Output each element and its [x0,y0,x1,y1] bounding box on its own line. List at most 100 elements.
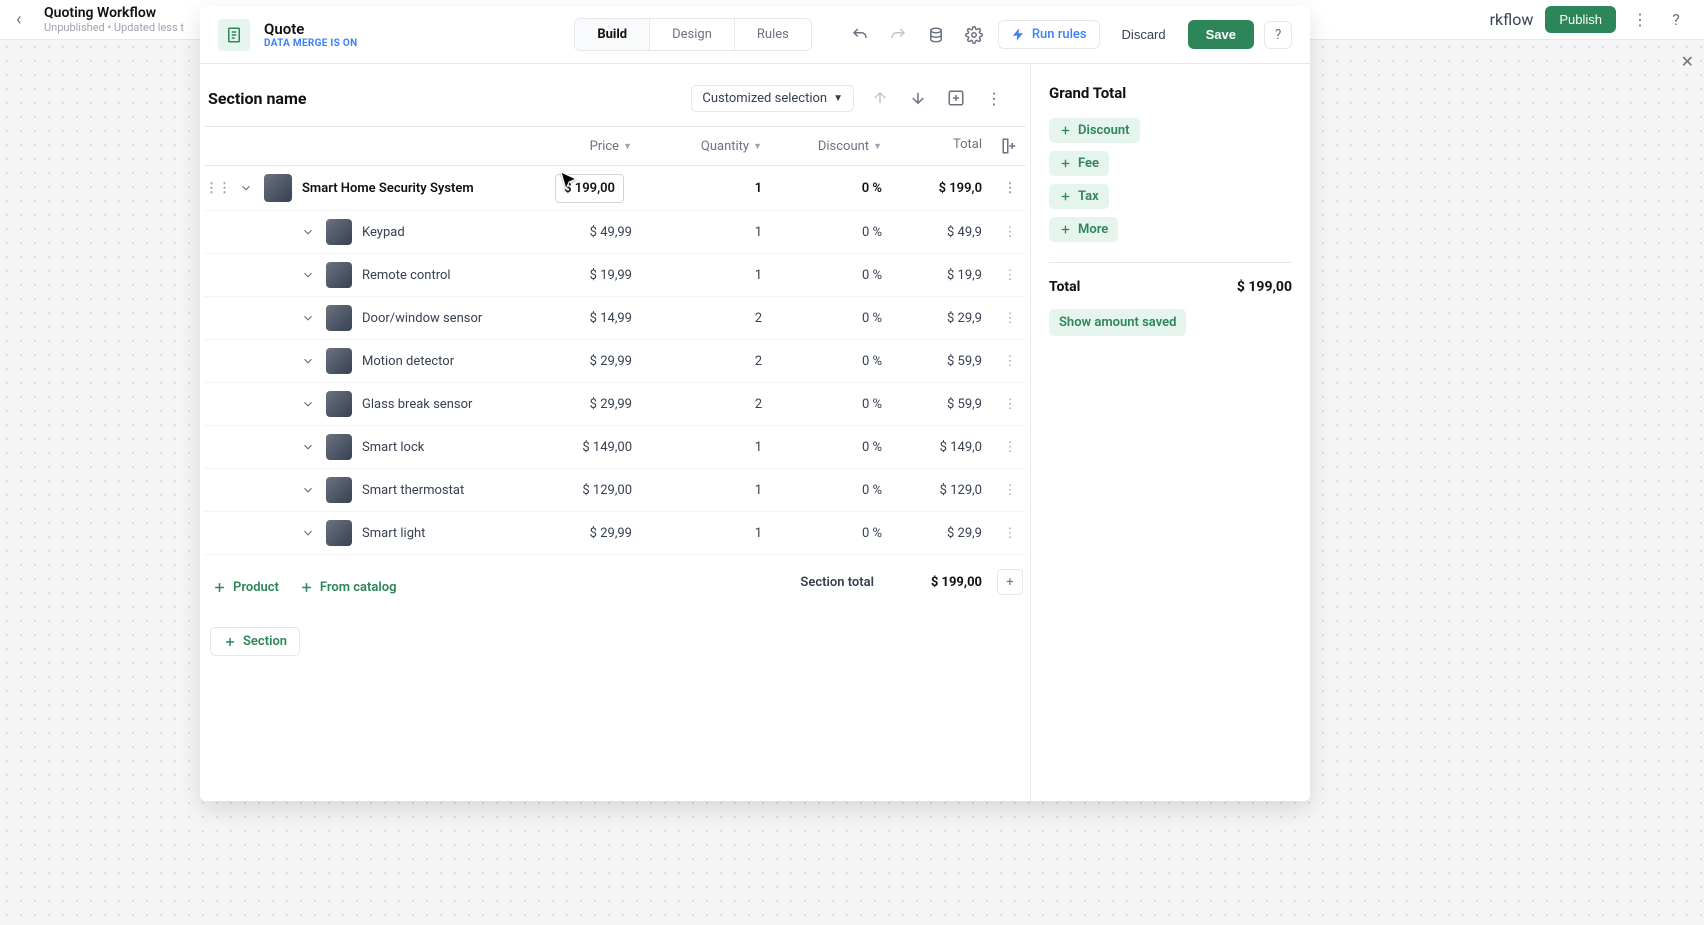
column-discount[interactable]: Discount▼ [774,137,894,155]
help-circle-icon[interactable]: ? [1664,8,1688,32]
chevron-down-icon[interactable] [294,526,322,540]
table-row[interactable]: Smart lock $ 149,00 1 0 % $ 149,0 ⋮ [204,426,1026,469]
qty-cell[interactable]: 1 [644,225,774,240]
customized-selection-dropdown[interactable]: Customized selection ▼ [691,85,854,112]
price-cell[interactable]: $ 29,99 [514,526,644,541]
close-icon[interactable]: ✕ [1681,52,1694,71]
chevron-down-icon[interactable] [294,397,322,411]
price-cell[interactable]: $ 49,99 [514,225,644,240]
add-more-chip[interactable]: More [1049,217,1118,242]
qty-cell[interactable]: 1 [644,526,774,541]
add-adjustment-button[interactable]: + [997,569,1023,595]
database-icon[interactable] [922,21,950,49]
price-cell[interactable]: $ 129,00 [514,483,644,498]
chevron-down-icon[interactable] [232,181,260,195]
discount-cell[interactable]: 0 % [774,225,894,240]
arrow-up-icon[interactable] [866,84,894,112]
qty-cell[interactable]: 2 [644,311,774,326]
discount-cell[interactable]: 0 % [774,526,894,541]
discard-button[interactable]: Discard [1110,21,1178,48]
column-price[interactable]: Price▼ [514,137,644,155]
table-row-parent[interactable]: ⋮⋮ Smart Home Security System $ 199,00 1… [204,166,1026,211]
tab-rules[interactable]: Rules [735,19,811,50]
table-row[interactable]: Motion detector $ 29,99 2 0 % $ 59,9 ⋮ [204,340,1026,383]
price-cell[interactable]: $ 29,99 [514,397,644,412]
table-row[interactable]: Glass break sensor $ 29,99 2 0 % $ 59,9 … [204,383,1026,426]
undo-icon[interactable] [846,21,874,49]
price-cell[interactable]: $ 19,99 [514,268,644,283]
chevron-down-icon[interactable] [294,440,322,454]
row-menu-icon[interactable]: ⋮ [994,526,1026,541]
qty-cell[interactable]: 1 [644,483,774,498]
discount-cell[interactable]: 0 % [774,397,894,412]
back-button[interactable]: ‹ [16,9,36,30]
row-menu-icon[interactable]: ⋮ [994,181,1026,196]
row-menu-icon[interactable]: ⋮ [994,311,1026,326]
product-name: Smart Home Security System [302,181,474,196]
discount-cell[interactable]: 0 % [774,440,894,455]
discount-cell[interactable]: 0 % [774,181,894,196]
section-total-value: $ 199,00 [874,575,994,590]
column-quantity[interactable]: Quantity▼ [644,137,774,155]
add-discount-chip[interactable]: Discount [1049,118,1140,143]
insert-icon[interactable] [942,84,970,112]
discount-cell[interactable]: 0 % [774,311,894,326]
total-cell: $ 59,9 [894,397,994,412]
chevron-down-icon[interactable] [294,354,322,368]
price-cell[interactable]: $ 149,00 [514,440,644,455]
row-menu-icon[interactable]: ⋮ [994,268,1026,283]
tab-build[interactable]: Build [575,19,650,50]
qty-cell[interactable]: 1 [644,440,774,455]
more-vertical-icon[interactable]: ⋮ [1628,8,1652,32]
drag-handle-icon[interactable]: ⋮⋮ [204,181,232,196]
table-row[interactable]: Keypad $ 49,99 1 0 % $ 49,9 ⋮ [204,211,1026,254]
total-cell: $ 129,0 [894,483,994,498]
row-menu-icon[interactable]: ⋮ [994,440,1026,455]
qty-cell[interactable]: 1 [644,268,774,283]
qty-cell[interactable]: 2 [644,397,774,412]
show-amount-saved-button[interactable]: Show amount saved [1049,309,1186,336]
table-row[interactable]: Smart light $ 29,99 1 0 % $ 29,9 ⋮ [204,512,1026,555]
qty-cell[interactable]: 2 [644,354,774,369]
workflow-title: Quoting Workflow [44,5,184,21]
table-row[interactable]: Door/window sensor $ 14,99 2 0 % $ 29,9 … [204,297,1026,340]
table-row[interactable]: Remote control $ 19,99 1 0 % $ 19,9 ⋮ [204,254,1026,297]
qty-cell[interactable]: 1 [644,181,774,196]
row-menu-icon[interactable]: ⋮ [994,354,1026,369]
discount-cell[interactable]: 0 % [774,268,894,283]
total-cell: $ 29,9 [894,526,994,541]
column-total[interactable]: Total [894,137,994,155]
arrow-down-icon[interactable] [904,84,932,112]
discount-cell[interactable]: 0 % [774,354,894,369]
price-input[interactable]: $ 199,00 [555,174,624,203]
chevron-down-icon[interactable] [294,311,322,325]
price-cell[interactable]: $ 14,99 [514,311,644,326]
price-cell[interactable]: $ 29,99 [514,354,644,369]
add-from-catalog-button[interactable]: From catalog [299,580,397,595]
tab-design[interactable]: Design [650,19,735,50]
quote-doc-icon [218,19,250,51]
chevron-down-icon[interactable] [294,225,322,239]
gear-icon[interactable] [960,21,988,49]
add-fee-chip[interactable]: Fee [1049,151,1109,176]
section-menu-icon[interactable]: ⋮ [980,84,1008,112]
discount-cell[interactable]: 0 % [774,483,894,498]
run-rules-button[interactable]: Run rules [998,20,1100,49]
chevron-down-icon[interactable] [294,483,322,497]
chevron-down-icon[interactable] [294,268,322,282]
section-total-label: Section total [704,575,874,590]
add-section-button[interactable]: Section [210,627,300,656]
product-thumbnail [326,305,352,331]
add-tax-chip[interactable]: Tax [1049,184,1109,209]
row-menu-icon[interactable]: ⋮ [994,225,1026,240]
save-button[interactable]: Save [1188,20,1254,49]
row-menu-icon[interactable]: ⋮ [994,397,1026,412]
redo-icon[interactable] [884,21,912,49]
table-row[interactable]: Smart thermostat $ 129,00 1 0 % $ 129,0 … [204,469,1026,512]
publish-button[interactable]: Publish [1545,6,1616,33]
row-menu-icon[interactable]: ⋮ [994,483,1026,498]
add-column-button[interactable] [994,137,1026,155]
help-button[interactable]: ? [1264,21,1292,49]
add-product-button[interactable]: Product [212,580,279,595]
section-name[interactable]: Section name [208,89,691,108]
